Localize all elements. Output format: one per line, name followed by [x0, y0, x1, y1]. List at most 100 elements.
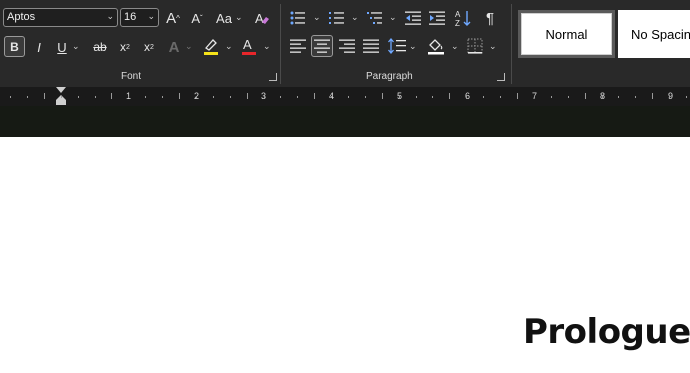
underline-button[interactable]: U — [51, 36, 73, 58]
sort-button[interactable]: A Z — [452, 7, 474, 29]
ruler-mark — [635, 96, 636, 98]
justify-button[interactable] — [360, 35, 382, 57]
superscript-button[interactable]: x2 — [138, 36, 160, 58]
strikethrough-button[interactable]: ab — [89, 36, 111, 58]
font-size-value: 16 — [124, 11, 137, 23]
ruler-mark — [280, 96, 281, 98]
chevron-down-icon[interactable]: ⌄ — [489, 41, 497, 52]
multilevel-list-icon — [367, 12, 382, 24]
highlight-color-button[interactable] — [200, 35, 222, 57]
chevron-down-icon[interactable]: ⌄ — [351, 12, 359, 23]
multilevel-list-button[interactable] — [364, 7, 386, 29]
ruler-mark — [517, 93, 518, 99]
ruler-mark — [247, 93, 248, 99]
decrease-indent-button[interactable] — [402, 7, 424, 29]
paragraph-group-label: Paragraph — [366, 71, 413, 82]
ruler-mark — [213, 96, 214, 98]
group-separator — [280, 4, 281, 84]
ruler-mark — [61, 96, 62, 98]
align-right-icon — [339, 39, 355, 53]
chevron-down-icon[interactable]: ⌄ — [225, 41, 233, 52]
paragraph-dialog-launcher-icon[interactable] — [497, 73, 505, 81]
ruler-mark — [534, 96, 535, 98]
ruler-mark — [10, 96, 11, 98]
font-dialog-launcher-icon[interactable] — [269, 73, 277, 81]
ruler-mark — [568, 96, 569, 98]
ruler-mark — [416, 96, 417, 98]
align-right-button[interactable] — [336, 35, 358, 57]
ruler-mark — [652, 93, 653, 99]
ruler-mark — [669, 96, 670, 98]
change-case-icon: Aa — [216, 10, 232, 26]
shrink-font-icon: A — [191, 10, 200, 26]
ruler-mark — [264, 96, 265, 98]
grow-font-button[interactable]: A ^ — [162, 7, 184, 29]
text-effects-icon: A — [168, 38, 180, 56]
ruler-mark — [179, 93, 180, 99]
ruler-mark — [44, 93, 45, 99]
ruler-mark — [162, 96, 163, 98]
ruler-mark — [365, 96, 366, 98]
ruler-mark — [78, 96, 79, 98]
font-group-label: Font — [121, 71, 142, 82]
align-center-button[interactable] — [311, 35, 333, 57]
ruler-mark — [331, 96, 332, 98]
svg-text:A: A — [243, 37, 252, 52]
italic-icon: I — [37, 39, 41, 55]
horizontal-ruler[interactable]: 1 2 3 4 5 6 7 8 9 — [0, 87, 690, 106]
chevron-down-icon: ⌄ — [106, 11, 114, 21]
ruler-mark — [348, 96, 349, 98]
style-no-spacing[interactable]: No Spacin — [618, 10, 690, 58]
chevron-down-icon[interactable]: ⌄ — [451, 41, 459, 52]
bold-button[interactable]: B — [4, 36, 25, 57]
font-size-combobox[interactable]: 16 ⌄ — [120, 8, 159, 27]
ruler-mark — [432, 96, 433, 98]
ruler-mark — [145, 96, 146, 98]
clear-formatting-button[interactable]: A — [251, 7, 273, 29]
ruler-mark — [483, 96, 484, 98]
ruler-mark — [551, 96, 552, 98]
font-color-swatch — [242, 52, 256, 55]
change-case-button[interactable]: Aa — [212, 7, 236, 29]
document-heading[interactable]: Prologue — [523, 312, 690, 352]
chevron-down-icon[interactable]: ⌄ — [235, 12, 243, 23]
justify-icon — [363, 39, 379, 53]
shading-button[interactable] — [425, 35, 447, 57]
style-no-spacing-label: No Spacin — [631, 26, 690, 42]
chevron-down-icon[interactable]: ⌄ — [313, 12, 321, 23]
ruler-mark — [196, 96, 197, 98]
highlight-color-swatch — [204, 52, 218, 55]
text-effects-button[interactable]: A — [163, 36, 185, 58]
chevron-down-icon[interactable]: ⌄ — [389, 12, 397, 23]
chevron-down-icon[interactable]: ⌄ — [72, 41, 80, 52]
bullets-button[interactable] — [287, 7, 309, 29]
style-normal[interactable]: Normal — [518, 10, 615, 58]
font-family-combobox[interactable]: Aptos ⌄ — [3, 8, 118, 27]
italic-button[interactable]: I — [28, 36, 50, 58]
decrease-indent-icon — [405, 11, 421, 25]
chevron-down-icon[interactable]: ⌄ — [409, 41, 417, 52]
chevron-down-icon[interactable]: ⌄ — [263, 41, 271, 52]
numbering-button[interactable] — [326, 7, 348, 29]
underline-icon: U — [57, 39, 67, 55]
font-color-button[interactable]: A — [238, 35, 260, 57]
ruler-mark — [585, 93, 586, 99]
increase-indent-button[interactable] — [426, 7, 448, 29]
line-spacing-button[interactable] — [386, 35, 408, 57]
increase-indent-icon — [429, 11, 445, 25]
align-left-button[interactable] — [287, 35, 309, 57]
align-left-icon — [290, 39, 306, 53]
numbering-icon — [329, 12, 344, 24]
show-formatting-marks-button[interactable]: ¶ — [479, 7, 501, 29]
shrink-font-button[interactable]: Aˇ — [186, 7, 208, 29]
pilcrow-icon: ¶ — [485, 9, 495, 27]
ruler-mark — [449, 93, 450, 99]
borders-icon — [467, 38, 483, 54]
paint-bucket-icon — [428, 39, 444, 55]
font-family-value: Aptos — [7, 11, 36, 23]
subscript-button[interactable]: x2 — [114, 36, 136, 58]
borders-button[interactable] — [464, 35, 486, 57]
ruler-mark — [128, 96, 129, 98]
chevron-down-icon[interactable]: ⌄ — [185, 41, 193, 52]
ruler-mark — [95, 96, 96, 98]
